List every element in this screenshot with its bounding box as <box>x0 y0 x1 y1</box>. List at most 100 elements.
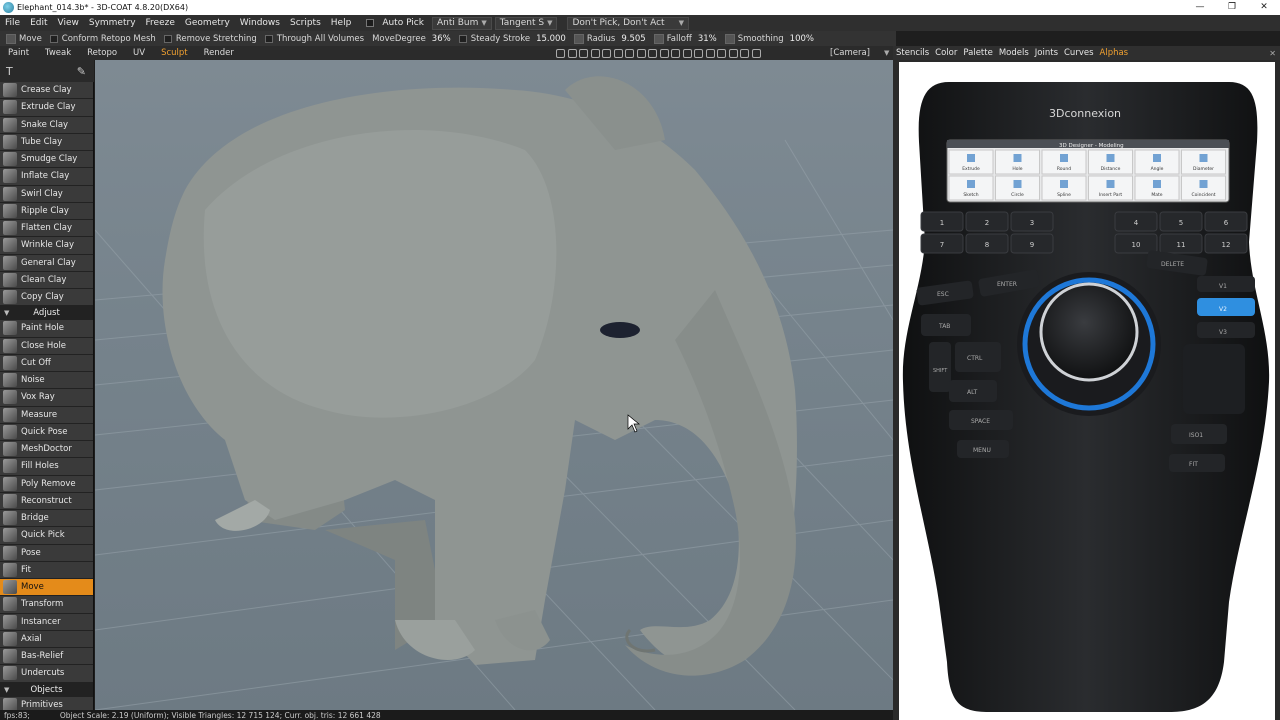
mirror-icon[interactable] <box>740 48 749 58</box>
tab-tweak[interactable]: Tweak <box>37 48 79 58</box>
radius-value[interactable]: 9.505 <box>621 34 645 44</box>
tool-pose[interactable]: Pose <box>0 544 93 562</box>
tab-alphas[interactable]: Alphas <box>1097 48 1132 58</box>
tab-uv[interactable]: UV <box>125 48 153 58</box>
maximize-button[interactable]: ❐ <box>1216 0 1248 15</box>
lcd-button-distance[interactable]: Distance <box>1088 149 1133 175</box>
lcd-button-coincident[interactable]: Coincident <box>1181 175 1226 201</box>
lcd-button-angle[interactable]: Angle <box>1134 149 1180 175</box>
tab-joints[interactable]: Joints <box>1032 48 1061 58</box>
tab-color[interactable]: Color <box>932 48 960 58</box>
tool-clean-clay[interactable]: Clean Clay <box>0 271 93 289</box>
tool-fit[interactable]: Fit <box>0 561 93 579</box>
anti-bump-dropdown[interactable]: Anti Bum ▼ <box>431 16 492 30</box>
tangent-dropdown[interactable]: Tangent S ▼ <box>494 16 558 30</box>
close-icon[interactable]: ✕ <box>1269 49 1276 58</box>
key-iso1[interactable]: ISO1 <box>1189 432 1203 439</box>
menu-file[interactable]: File <box>0 18 25 28</box>
tool-general-clay[interactable]: General Clay <box>0 254 93 272</box>
steady-stroke-checkbox[interactable] <box>458 34 467 43</box>
tool-primitives[interactable]: Primitives <box>0 696 93 710</box>
tool-smudge-clay[interactable]: Smudge Clay <box>0 151 93 169</box>
tool-cut-off[interactable]: Cut Off <box>0 354 93 372</box>
section-adjust[interactable]: ▼ Adjust <box>0 306 93 321</box>
key-10[interactable]: 10 <box>1114 233 1158 254</box>
key-v3[interactable]: V3 <box>1219 329 1227 336</box>
tab-stencils[interactable]: Stencils <box>893 48 932 58</box>
menu-freeze[interactable]: Freeze <box>141 18 180 28</box>
tab-sculpt[interactable]: Sculpt <box>153 48 196 58</box>
key-menu[interactable]: MENU <box>973 447 991 454</box>
pick-mode-dropdown[interactable]: Don't Pick, Don't Act ▼ <box>567 16 689 30</box>
key-5[interactable]: 5 <box>1159 211 1203 232</box>
tool-poly-remove[interactable]: Poly Remove <box>0 475 93 493</box>
key-shift[interactable]: SHIFT <box>933 368 948 374</box>
lcd-button-hole[interactable]: Hole <box>995 149 1040 175</box>
conform-retopo-checkbox[interactable] <box>49 34 58 43</box>
key-v1[interactable]: V1 <box>1219 283 1227 290</box>
lcd-button-extrude[interactable]: Extrude <box>948 149 994 175</box>
tool-extrude-clay[interactable]: Extrude Clay <box>0 99 93 117</box>
key-delete[interactable]: DELETE <box>1161 261 1184 268</box>
controller-cap[interactable] <box>1039 282 1139 382</box>
menu-help[interactable]: Help <box>326 18 357 28</box>
tool-paint-hole[interactable]: Paint Hole <box>0 320 93 338</box>
perspective-icon[interactable] <box>659 48 669 58</box>
tool-reconstruct[interactable]: Reconstruct <box>0 492 93 510</box>
tool-bas-relief[interactable]: Bas-Relief <box>0 648 93 666</box>
falloff-slider[interactable]: Falloff 31% <box>653 33 717 44</box>
lcd-button-diameter[interactable]: Diameter <box>1181 149 1226 175</box>
minimize-button[interactable]: — <box>1184 0 1216 15</box>
move-degree-slider[interactable]: MoveDegree 36% <box>372 34 451 44</box>
key-2[interactable]: 2 <box>965 211 1009 232</box>
key-esc[interactable]: ESC <box>937 291 949 298</box>
smoothing-slider[interactable]: Smoothing 100% <box>724 33 814 44</box>
key-1[interactable]: 1 <box>920 211 964 232</box>
tool-snake-clay[interactable]: Snake Clay <box>0 116 93 134</box>
falloff-value[interactable]: 31% <box>698 34 717 44</box>
hide-icon[interactable] <box>705 48 715 58</box>
move-degree-value[interactable]: 36% <box>432 34 451 44</box>
grid-icon[interactable] <box>694 48 703 58</box>
tool-fill-holes[interactable]: Fill Holes <box>0 458 93 476</box>
tool-swirl-clay[interactable]: Swirl Clay <box>0 185 93 203</box>
key-9[interactable]: 9 <box>1010 233 1054 254</box>
menu-windows[interactable]: Windows <box>235 18 285 28</box>
image-icon[interactable] <box>579 48 588 58</box>
key-fit[interactable]: FIT <box>1189 461 1198 468</box>
tool-vox-ray[interactable]: Vox Ray <box>0 389 93 407</box>
menu-symmetry[interactable]: Symmetry <box>84 18 141 28</box>
pan-icon[interactable] <box>648 48 657 58</box>
light-icon[interactable] <box>567 48 577 58</box>
tool-ripple-clay[interactable]: Ripple Clay <box>0 202 93 220</box>
remove-stretching-checkbox[interactable] <box>163 34 172 43</box>
steady-stroke-option[interactable]: Steady Stroke 15.000 <box>458 34 566 44</box>
smoothing-value[interactable]: 100% <box>790 34 814 44</box>
tool-quick-pose[interactable]: Quick Pose <box>0 423 93 441</box>
tool-measure[interactable]: Measure <box>0 406 93 424</box>
key-ctrl[interactable]: CTRL <box>967 355 983 362</box>
key-v2[interactable]: V2 <box>1219 306 1227 313</box>
lcd-button-round[interactable]: Round <box>1041 149 1087 175</box>
brush-icon[interactable] <box>613 48 623 58</box>
key-tab[interactable]: TAB <box>938 323 950 330</box>
globe-icon[interactable] <box>717 48 726 58</box>
key-6[interactable]: 6 <box>1204 211 1248 232</box>
tool-meshdoctor[interactable]: MeshDoctor <box>0 441 93 459</box>
menu-scripts[interactable]: Scripts <box>285 18 326 28</box>
menu-edit[interactable]: Edit <box>25 18 52 28</box>
tab-curves[interactable]: Curves <box>1061 48 1097 58</box>
pin-icon[interactable] <box>602 48 611 58</box>
key-alt[interactable]: ALT <box>967 389 978 396</box>
rotate-icon[interactable] <box>625 48 634 58</box>
remove-stretching-option[interactable]: Remove Stretching <box>163 34 257 44</box>
key-7[interactable]: 7 <box>920 233 964 254</box>
lcd-button-mate[interactable]: Mate <box>1134 175 1180 201</box>
elephant-model[interactable] <box>162 76 797 676</box>
layout-icon[interactable] <box>751 48 761 58</box>
tool-move[interactable]: Move <box>0 579 93 597</box>
tool-crease-clay[interactable]: Crease Clay <box>0 82 93 100</box>
frame-icon[interactable] <box>671 48 680 58</box>
conform-retopo-option[interactable]: Conform Retopo Mesh <box>49 34 156 44</box>
lcd-button-circle[interactable]: Circle <box>995 175 1040 201</box>
